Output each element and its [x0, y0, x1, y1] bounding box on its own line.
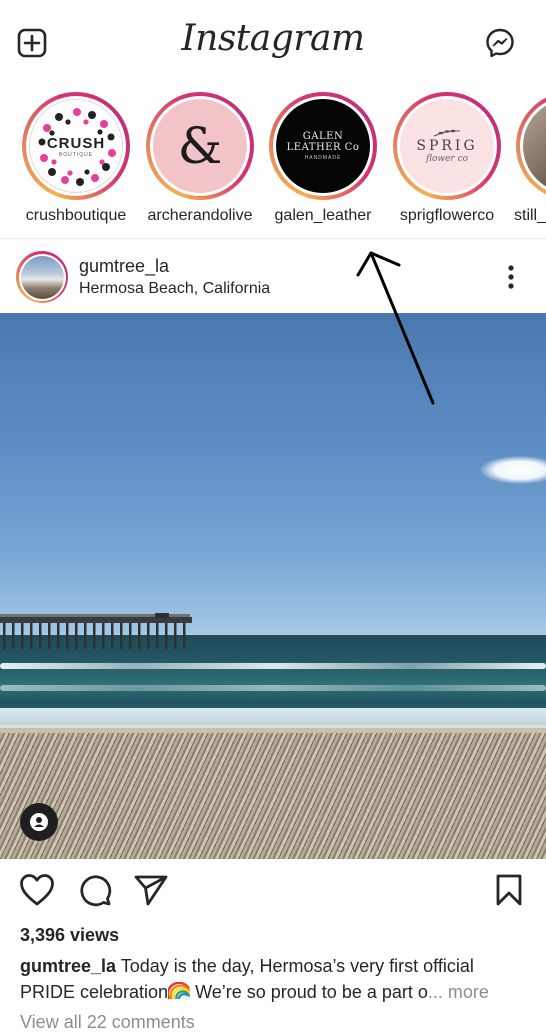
stories-divider [0, 238, 546, 239]
bookmark-icon[interactable] [494, 873, 524, 907]
caption-more-link[interactable]: more [448, 982, 489, 1002]
story-ring: & [146, 92, 254, 200]
view-count[interactable]: 3,396 views [20, 925, 119, 946]
story-avatar: CRUSH BOUTIQUE [29, 99, 123, 193]
sand [0, 733, 546, 859]
more-vertical-icon[interactable] [505, 264, 517, 290]
story-ring [516, 92, 546, 200]
caption-text: We’re so proud to be a part o [190, 982, 428, 1002]
story-avatar-text: SPRIG [416, 138, 478, 154]
story-avatar: GALEN LEATHER Co HANDMADE [276, 99, 370, 193]
post-header: gumtree_la Hermosa Beach, California [0, 240, 546, 312]
story-avatar-subtext: BOUTIQUE [58, 151, 94, 158]
story-avatar [523, 99, 546, 193]
story-archerandolive[interactable]: & archerandolive [138, 92, 262, 225]
story-avatar: SPRIG flower co [400, 99, 494, 193]
instagram-logo: Instagram [181, 18, 365, 59]
story-avatar-text: & [177, 117, 223, 175]
caption-username[interactable]: gumtree_la [20, 956, 116, 976]
send-icon[interactable] [133, 873, 169, 907]
view-comments-link[interactable]: View all 22 comments [20, 1012, 195, 1033]
post-media[interactable] [0, 313, 546, 859]
rainbow-emoji-icon [168, 982, 191, 1000]
story-avatar-text: CRUSH [46, 134, 106, 152]
caption-ellipsis: ... [427, 982, 448, 1002]
top-bar: Instagram [0, 0, 546, 88]
story-username: crushboutique [25, 207, 127, 224]
story-galen-leather[interactable]: GALEN LEATHER Co HANDMADE galen_leather [261, 92, 385, 225]
wave [0, 663, 546, 669]
sprig-leaf-icon [433, 129, 461, 137]
post-avatar[interactable] [16, 251, 68, 303]
pier [0, 613, 192, 649]
story-username: galen_leather [274, 207, 372, 224]
post-location[interactable]: Hermosa Beach, California [79, 280, 270, 298]
heart-icon[interactable] [19, 873, 55, 907]
story-ring: GALEN LEATHER Co HANDMADE [269, 92, 377, 200]
cloud [480, 456, 546, 484]
story-ring: SPRIG flower co [393, 92, 501, 200]
messenger-icon[interactable] [484, 27, 516, 59]
user-tag-button[interactable] [20, 803, 58, 841]
story-avatar: & [153, 99, 247, 193]
story-still[interactable]: still_ [508, 92, 546, 225]
story-avatar-subtext: flower co [425, 154, 469, 164]
story-crushboutique[interactable]: CRUSH BOUTIQUE crushboutique [14, 92, 138, 225]
story-avatar-text: GALEN LEATHER Co [286, 131, 360, 153]
story-username: sprigflowerco [399, 207, 495, 224]
story-username: archerandolive [147, 207, 253, 224]
story-username: still_ [514, 207, 546, 224]
post-caption: gumtree_la Today is the day, Hermosa’s v… [20, 953, 530, 1005]
story-avatar-subtext: HANDMADE [304, 155, 342, 161]
wave [0, 685, 546, 691]
post-username[interactable]: gumtree_la [79, 256, 169, 277]
story-sprigflowerco[interactable]: SPRIG flower co sprigflowerco [385, 92, 509, 225]
stories-tray: CRUSH BOUTIQUE crushboutique & archerand… [0, 92, 546, 232]
comment-icon[interactable] [78, 873, 112, 907]
post-actions [0, 873, 546, 913]
user-tag-icon [30, 813, 48, 831]
story-ring: CRUSH BOUTIQUE [22, 92, 130, 200]
